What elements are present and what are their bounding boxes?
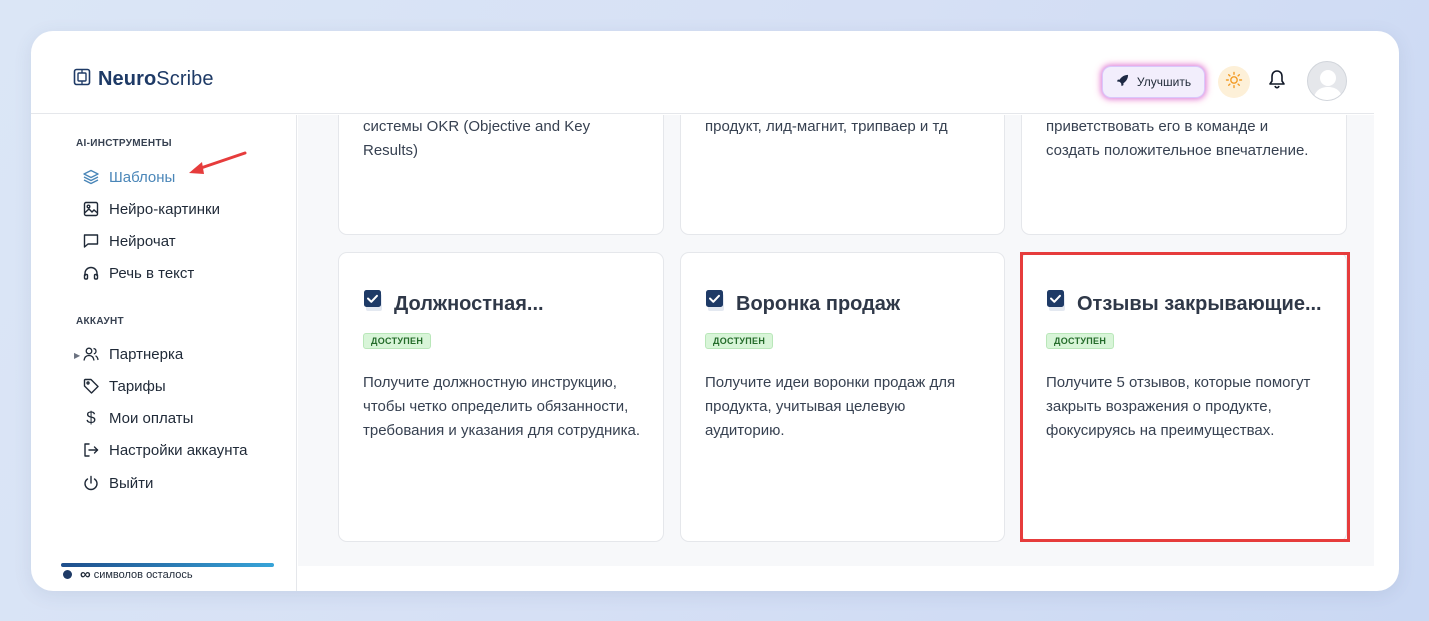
sidebar-item-label: Речь в текст	[109, 264, 195, 282]
rocket-icon	[1116, 74, 1129, 90]
account-section-title: АККАУНТ	[76, 316, 124, 327]
sidebar-item-label: Нейро-картинки	[109, 200, 220, 218]
expand-caret-icon[interactable]: ▶	[74, 351, 80, 360]
card-title: Воронка продаж	[705, 289, 900, 319]
brand-name: NeuroScribe	[98, 68, 214, 90]
sidebar-item-label: Мои оплаты	[109, 409, 194, 427]
sun-icon	[1225, 71, 1243, 94]
image-icon	[83, 201, 99, 217]
card-title-text: Воронка продаж	[736, 292, 901, 315]
card-description: приветствовать его в команде и создать п…	[1046, 118, 1309, 159]
sidebar-item-label: Партнерка	[109, 345, 184, 363]
app-window: NeuroScribe Улучшить AI-ИНСТРУМЕНТЫ Шабл…	[31, 31, 1399, 591]
top-header: NeuroScribe Улучшить	[31, 31, 1374, 114]
status-badge: ДОСТУПЕН	[363, 333, 432, 349]
checkbox-icon	[363, 289, 385, 319]
card-description: Получите должностную инструкцию, чтобы ч…	[363, 374, 641, 439]
sidebar-item-templates[interactable]: Шаблоны	[83, 166, 175, 188]
template-card-sales-funnel[interactable]: Воронка продаж ДОСТУПЕН Получите идеи во…	[680, 252, 1005, 542]
upgrade-button[interactable]: Улучшить	[1102, 66, 1205, 98]
chat-icon	[83, 233, 99, 249]
tag-icon	[83, 378, 99, 394]
sidebar-item-logout[interactable]: Выйти	[83, 472, 153, 494]
user-avatar-icon	[1313, 70, 1343, 100]
credits-remaining: ∞ символов осталось	[63, 566, 193, 583]
sidebar-item-payments[interactable]: $ Мои оплаты	[83, 407, 193, 429]
sidebar-item-neuro-images[interactable]: Нейро-картинки	[83, 198, 220, 220]
sidebar-item-label: Настройки аккаунта	[109, 441, 248, 459]
template-card-closing-reviews[interactable]: Отзывы закрывающие... ДОСТУПЕН Получите …	[1021, 252, 1347, 542]
users-icon	[83, 346, 99, 362]
sidebar-item-label: Тарифы	[109, 377, 166, 395]
sidebar-item-neurochat[interactable]: Нейрочат	[83, 230, 176, 252]
credits-label: символов осталось	[93, 568, 193, 581]
template-card-okr[interactable]: системы OKR (Objective and Key Results)	[338, 115, 664, 235]
templates-grid: системы OKR (Objective and Key Results) …	[298, 115, 1374, 566]
notifications-button[interactable]	[1266, 69, 1288, 93]
power-icon	[83, 475, 99, 491]
card-description: Получите идеи воронки продаж для продукт…	[705, 374, 956, 439]
user-avatar[interactable]	[1307, 61, 1347, 101]
template-card-job-description[interactable]: Должностная... ДОСТУПЕН Получите должнос…	[338, 252, 664, 542]
headphones-icon	[83, 265, 99, 281]
layers-icon	[83, 169, 99, 185]
upgrade-label: Улучшить	[1136, 75, 1192, 89]
card-description: продукт, лид-магнит, трипваер и тд	[705, 118, 948, 135]
sidebar-item-speech-to-text[interactable]: Речь в текст	[83, 262, 194, 284]
sidebar: AI-ИНСТРУМЕНТЫ Шаблоны Нейро-картинки Не…	[31, 115, 297, 591]
annotation-arrow-icon	[189, 151, 247, 174]
logo-icon	[73, 68, 91, 91]
brand-logo[interactable]: NeuroScribe	[73, 68, 214, 91]
sidebar-item-partners[interactable]: Партнерка	[83, 343, 183, 365]
logout-arrow-icon	[83, 442, 99, 458]
template-card-onboarding[interactable]: приветствовать его в команде и создать п…	[1021, 115, 1347, 235]
status-badge: ДОСТУПЕН	[705, 333, 774, 349]
status-badge: ДОСТУПЕН	[1046, 333, 1115, 349]
credits-value: ∞	[80, 566, 91, 583]
sidebar-item-label: Нейрочат	[109, 232, 176, 250]
checkbox-icon	[705, 289, 727, 319]
theme-toggle-button[interactable]	[1218, 66, 1250, 98]
card-title-text: Отзывы закрывающие...	[1077, 292, 1322, 315]
bell-icon	[1268, 69, 1286, 94]
card-description: системы OKR (Objective and Key Results)	[363, 118, 591, 159]
dollar-icon: $	[86, 408, 96, 427]
sidebar-item-tariffs[interactable]: Тарифы	[83, 375, 166, 397]
status-dot	[63, 570, 72, 579]
template-card-lead-magnet[interactable]: продукт, лид-магнит, трипваер и тд	[680, 115, 1005, 235]
card-title-text: Должностная...	[394, 292, 544, 315]
credits-progress-bar	[61, 563, 274, 567]
sidebar-item-label: Шаблоны	[109, 168, 176, 186]
checkbox-icon	[1046, 289, 1068, 319]
card-title: Должностная...	[363, 289, 544, 319]
card-title: Отзывы закрывающие...	[1046, 289, 1322, 319]
ai-section-title: AI-ИНСТРУМЕНТЫ	[76, 138, 172, 149]
sidebar-item-account-settings[interactable]: Настройки аккаунта	[83, 439, 248, 461]
card-description: Получите 5 отзывов, которые помогут закр…	[1046, 374, 1311, 439]
sidebar-item-label: Выйти	[109, 474, 154, 492]
